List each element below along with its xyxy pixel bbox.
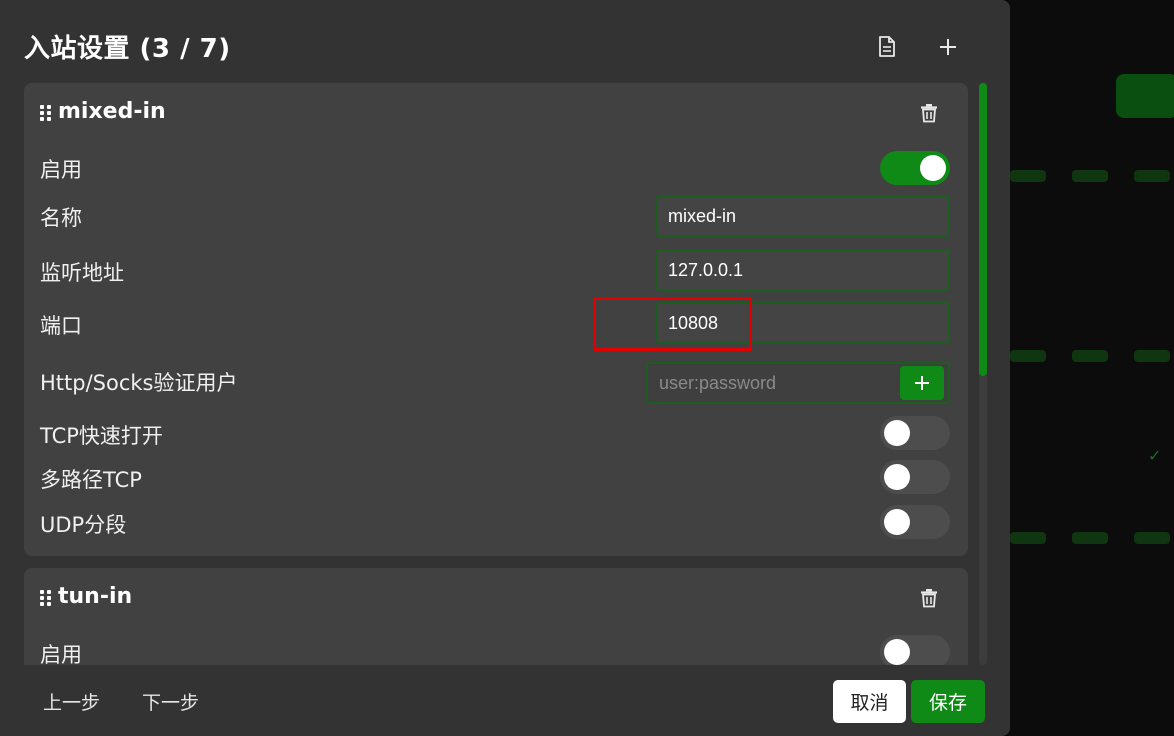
inbound-name: tun-in xyxy=(58,584,133,609)
auth-users-placeholder: user:password xyxy=(659,372,777,393)
background-indicator xyxy=(1072,532,1108,544)
enable-toggle[interactable] xyxy=(880,151,950,185)
document-icon[interactable] xyxy=(872,32,902,62)
inbound-card-tun-in: tun-in 启用 xyxy=(24,568,968,665)
background-indicator xyxy=(1134,350,1170,362)
plus-icon[interactable] xyxy=(933,32,963,62)
drag-handle-icon[interactable] xyxy=(40,589,51,606)
toggle-knob xyxy=(920,155,946,181)
name-label: 名称 xyxy=(40,206,82,230)
enable-toggle[interactable] xyxy=(880,635,950,665)
add-user-button[interactable] xyxy=(900,366,944,400)
trash-icon[interactable] xyxy=(920,588,940,612)
background-button xyxy=(1116,74,1174,118)
listen-address-input[interactable]: 127.0.0.1 xyxy=(656,249,950,291)
multipath-tcp-label: 多路径TCP xyxy=(40,468,142,492)
inbound-settings-dialog: 入站设置 (3 / 7) mixed-in 启用 名称 mixed-in 监听地… xyxy=(0,0,1010,736)
card-header: mixed-in xyxy=(40,99,166,124)
scrollbar-thumb[interactable] xyxy=(979,83,987,376)
check-icon: ✓ xyxy=(1148,446,1162,465)
next-step-button[interactable]: 下一步 xyxy=(142,688,199,715)
toggle-knob xyxy=(884,509,910,535)
card-header: tun-in xyxy=(40,584,132,609)
dialog-title: 入站设置 (3 / 7) xyxy=(24,34,231,64)
multipath-tcp-toggle[interactable] xyxy=(880,460,950,494)
background-indicator xyxy=(1072,170,1108,182)
auth-users-field[interactable]: user:password xyxy=(646,362,950,404)
prev-step-button[interactable]: 上一步 xyxy=(43,688,100,715)
plus-icon xyxy=(915,376,929,390)
toggle-knob xyxy=(884,464,910,490)
inbound-list[interactable]: mixed-in 启用 名称 mixed-in 监听地址 127.0.0.1 端… xyxy=(24,83,970,665)
toggle-knob xyxy=(884,639,910,665)
background-indicator xyxy=(1134,170,1170,182)
inbound-card-mixed-in: mixed-in 启用 名称 mixed-in 监听地址 127.0.0.1 端… xyxy=(24,83,968,556)
udp-fragment-toggle[interactable] xyxy=(880,505,950,539)
listen-address-label: 监听地址 xyxy=(40,261,124,285)
tcp-fast-open-label: TCP快速打开 xyxy=(40,424,163,448)
toggle-knob xyxy=(884,420,910,446)
port-input[interactable]: 10808 xyxy=(656,302,950,344)
auth-users-label: Http/Socks验证用户 xyxy=(40,371,238,395)
drag-handle-icon[interactable] xyxy=(40,104,51,121)
trash-icon[interactable] xyxy=(920,103,940,127)
tcp-fast-open-toggle[interactable] xyxy=(880,416,950,450)
background-indicator xyxy=(1010,532,1046,544)
background-indicator xyxy=(1010,350,1046,362)
scrollbar[interactable] xyxy=(979,83,987,665)
save-button[interactable]: 保存 xyxy=(911,680,985,723)
name-input[interactable]: mixed-in xyxy=(656,195,950,237)
cancel-button[interactable]: 取消 xyxy=(833,680,906,723)
udp-fragment-label: UDP分段 xyxy=(40,513,127,537)
background-indicator xyxy=(1072,350,1108,362)
inbound-name: mixed-in xyxy=(58,99,166,124)
enable-label: 启用 xyxy=(40,158,82,182)
background-indicator xyxy=(1134,532,1170,544)
background-indicator xyxy=(1010,170,1046,182)
port-label: 端口 xyxy=(40,314,82,338)
enable-label: 启用 xyxy=(40,643,82,665)
